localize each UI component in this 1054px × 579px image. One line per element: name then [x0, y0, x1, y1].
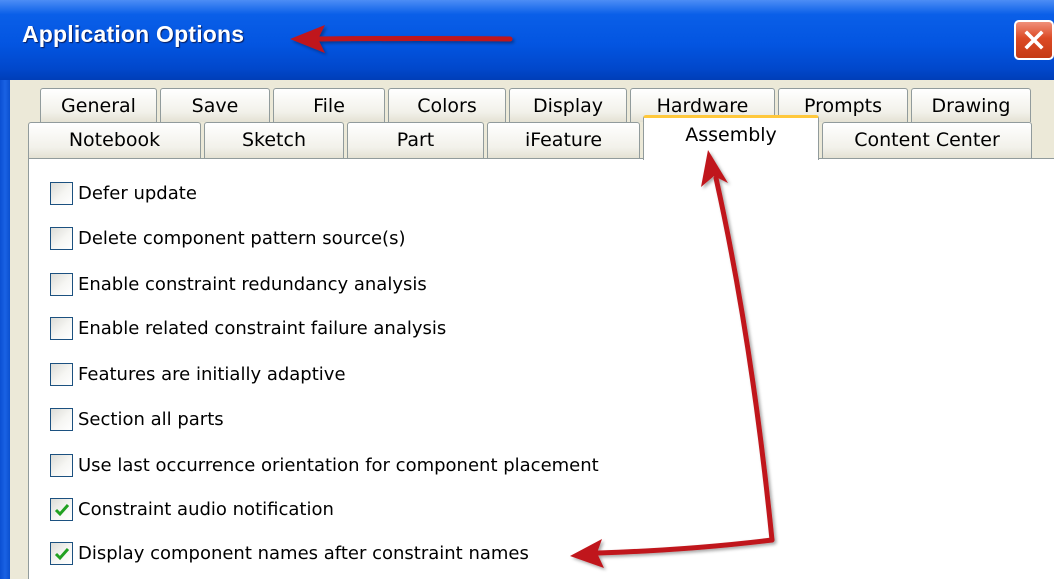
title-bar[interactable]: Application Options [0, 0, 1054, 80]
checkbox[interactable] [50, 497, 73, 521]
option-label: Section all parts [78, 408, 224, 430]
window-title: Application Options [22, 21, 245, 47]
option-label: Use last occurrence orientation for comp… [78, 454, 599, 476]
option-label: Enable constraint redundancy analysis [78, 273, 427, 295]
option-label: Delete component pattern source(s) [78, 227, 406, 249]
option-label: Display component names after constraint… [78, 542, 529, 564]
tab-sketch[interactable]: Sketch [204, 122, 344, 158]
application-options-window: Application Options General Save File Co… [0, 0, 1054, 579]
tab-general[interactable]: General [40, 88, 157, 122]
option-delete-component-pattern-source[interactable]: Delete component pattern source(s) [50, 225, 405, 251]
option-label: Constraint audio notification [78, 498, 334, 520]
tab-file[interactable]: File [273, 88, 385, 122]
tab-ifeature[interactable]: iFeature [487, 122, 640, 158]
tab-notebook[interactable]: Notebook [28, 122, 201, 158]
tab-display[interactable]: Display [509, 88, 627, 122]
checkmark-icon [54, 503, 70, 516]
option-label: Enable related constraint failure analys… [78, 317, 447, 339]
option-use-last-occurrence-orientation[interactable]: Use last occurrence orientation for comp… [50, 452, 599, 478]
tab-assembly[interactable]: Assembly [643, 115, 819, 160]
close-icon [1024, 30, 1044, 50]
tab-colors[interactable]: Colors [388, 88, 506, 122]
checkmark-icon [54, 547, 70, 560]
checkbox[interactable] [50, 272, 73, 296]
option-section-all-parts[interactable]: Section all parts [50, 406, 224, 432]
option-label: Defer update [78, 182, 197, 204]
tab-save[interactable]: Save [160, 88, 270, 122]
close-button[interactable] [1014, 20, 1054, 60]
option-constraint-audio-notification[interactable]: Constraint audio notification [50, 496, 334, 522]
checkbox[interactable] [50, 453, 73, 477]
window-frame-left [0, 80, 10, 579]
checkbox[interactable] [50, 181, 73, 205]
option-defer-update[interactable]: Defer update [50, 180, 197, 206]
tab-part[interactable]: Part [347, 122, 484, 158]
option-enable-constraint-redundancy-analysis[interactable]: Enable constraint redundancy analysis [50, 271, 427, 297]
option-display-component-names-after-constraint-names[interactable]: Display component names after constraint… [50, 540, 529, 566]
checkbox[interactable] [50, 541, 73, 565]
checkbox[interactable] [50, 226, 73, 250]
option-label: Features are initially adaptive [78, 363, 346, 385]
option-enable-related-constraint-failure-analysis[interactable]: Enable related constraint failure analys… [50, 315, 446, 341]
checkbox[interactable] [50, 407, 73, 431]
option-features-initially-adaptive[interactable]: Features are initially adaptive [50, 361, 346, 387]
checkbox[interactable] [50, 362, 73, 386]
tab-drawing[interactable]: Drawing [911, 88, 1031, 122]
tab-content-center[interactable]: Content Center [822, 122, 1032, 158]
checkbox[interactable] [50, 316, 73, 340]
